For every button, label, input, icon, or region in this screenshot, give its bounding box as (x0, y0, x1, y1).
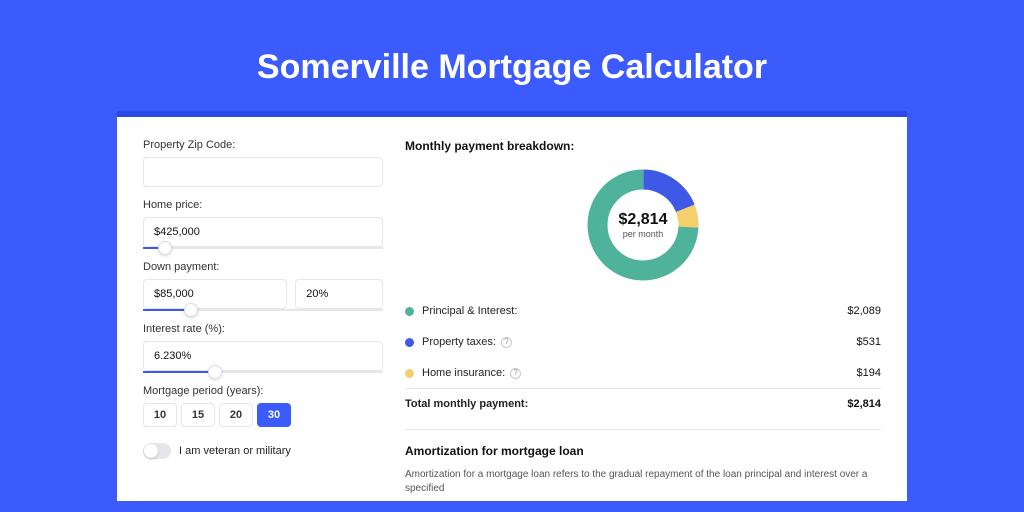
donut-total: $2,814 (619, 211, 668, 229)
legend-dot-icon (405, 338, 414, 347)
amortization-body: Amortization for a mortgage loan refers … (405, 468, 881, 496)
slider-thumb[interactable] (208, 365, 222, 379)
rate-slider[interactable] (143, 371, 383, 373)
down-payment-pct-input[interactable] (295, 279, 383, 309)
amortization-section: Amortization for mortgage loan Amortizat… (405, 429, 881, 496)
legend-value: $194 (857, 367, 881, 379)
donut-chart: $2,814 per month (583, 165, 703, 285)
legend-row: Principal & Interest: $2,089 (405, 295, 881, 326)
legend-dot-icon (405, 307, 414, 316)
slider-thumb[interactable] (184, 303, 198, 317)
period-option-15[interactable]: 15 (181, 403, 215, 427)
info-icon[interactable]: ? (501, 337, 512, 348)
legend-row: Home insurance:? $194 (405, 357, 881, 388)
down-payment-label: Down payment: (143, 261, 383, 273)
info-icon[interactable]: ? (510, 368, 521, 379)
legend-label: Home insurance: (422, 367, 505, 379)
slider-thumb[interactable] (158, 241, 172, 255)
legend-total-row: Total monthly payment: $2,814 (405, 388, 881, 419)
legend-value: $2,089 (847, 305, 881, 317)
legend-row: Property taxes:? $531 (405, 326, 881, 357)
veteran-label: I am veteran or military (179, 445, 291, 457)
amortization-heading: Amortization for mortgage loan (405, 444, 881, 458)
home-price-slider[interactable] (143, 247, 383, 249)
zip-input[interactable] (143, 157, 383, 187)
rate-label: Interest rate (%): (143, 323, 383, 335)
home-price-label: Home price: (143, 199, 383, 211)
rate-input[interactable] (143, 341, 383, 371)
period-option-20[interactable]: 20 (219, 403, 253, 427)
down-payment-slider[interactable] (143, 309, 383, 311)
legend-label: Principal & Interest: (422, 305, 517, 317)
input-panel: Property Zip Code: Home price: Down paym… (143, 139, 383, 501)
down-payment-input[interactable] (143, 279, 287, 309)
total-value: $2,814 (847, 398, 881, 410)
breakdown-heading: Monthly payment breakdown: (405, 139, 881, 153)
period-label: Mortgage period (years): (143, 385, 383, 397)
total-label: Total monthly payment: (405, 398, 528, 410)
legend-value: $531 (857, 336, 881, 348)
period-option-10[interactable]: 10 (143, 403, 177, 427)
page-title: Somerville Mortgage Calculator (0, 0, 1024, 111)
calculator-card: Property Zip Code: Home price: Down paym… (117, 111, 907, 501)
zip-label: Property Zip Code: (143, 139, 383, 151)
veteran-toggle[interactable] (143, 443, 171, 459)
legend-label: Property taxes: (422, 336, 496, 348)
toggle-knob (144, 444, 158, 458)
home-price-input[interactable] (143, 217, 383, 247)
donut-sub: per month (619, 229, 668, 239)
period-option-30[interactable]: 30 (257, 403, 291, 427)
breakdown-panel: Monthly payment breakdown: $2,814 per mo… (405, 139, 881, 501)
legend-dot-icon (405, 369, 414, 378)
